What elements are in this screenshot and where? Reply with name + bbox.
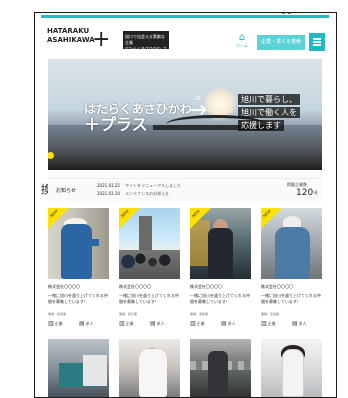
news-item-2[interactable]: 2021.03.10 メンテナンスのお知らせ — [97, 191, 169, 197]
news-divider — [48, 178, 322, 179]
home-label: ホーム — [236, 43, 248, 48]
worker-shape — [275, 227, 310, 279]
worker-shape — [208, 351, 228, 397]
company-name: 株式会社〇〇〇〇 — [119, 284, 151, 289]
company-card-1[interactable]: NEW 株式会社〇〇〇〇 一緒に旭川を盛り上げてくれる仲間を募集しています！ 業… — [48, 208, 109, 333]
company-action-label-4: 企業 — [267, 321, 276, 326]
news-text-1: サイトをリニューアルしました — [125, 183, 181, 188]
news-date-2: 2021.03.10 — [97, 191, 120, 196]
home-icon: ⌂ — [238, 32, 246, 43]
document-icon: ▤ — [221, 320, 227, 327]
company-count-unit: 社 — [314, 190, 318, 195]
screen: { "artifacts": { "corner_text": "ᵕᵕ", "s… — [0, 0, 348, 398]
company-photo-4: NEW — [261, 208, 322, 279]
jobs-action-label-4: 求人 — [298, 321, 307, 326]
company-photo-6[interactable] — [119, 339, 180, 397]
company-photo-3: NEW — [190, 208, 251, 279]
company-action-label-1: 企業 — [54, 321, 63, 326]
jobs-action-4[interactable]: ▤求人 — [292, 320, 307, 327]
tagline-line-2: はたらくあさひかわ プラス — [125, 46, 167, 57]
company-action-label-2: 企業 — [125, 321, 134, 326]
company-description: 一緒に旭川を盛り上げてくれる仲間を募集しています！ — [261, 293, 321, 304]
news-label: お知らせ — [56, 188, 76, 194]
chef-shape — [139, 349, 167, 397]
jobs-action-label-1: 求人 — [85, 321, 94, 326]
arm-shape — [82, 239, 99, 246]
company-photo-2: NEW — [119, 208, 180, 279]
company-photo-7[interactable] — [190, 339, 251, 397]
company-meta: 業種：運輸業 — [190, 312, 209, 316]
logo-plus-icon: + — [92, 27, 111, 52]
woman-shape — [282, 349, 304, 397]
home-button[interactable]: ⌂ ホーム — [232, 33, 252, 51]
hero-title-line-1: はたらくあさひかわ — [84, 102, 192, 116]
hamburger-menu-button[interactable] — [309, 33, 325, 51]
company-action-1[interactable]: ▥企業 — [48, 320, 63, 327]
hero-banner[interactable]: はたらくあさひかわ ＋プラス は → 旭川で暮らし、 旭川で働く人を 応援します — [48, 59, 322, 170]
company-action-4[interactable]: ▥企業 — [261, 320, 276, 327]
worker-shape — [61, 224, 92, 279]
company-action-label-3: 企業 — [196, 321, 205, 326]
webpage: ᵕᵕ 換 HATARAKU ASAHIKAWA + 旭川で出会える素敵な企業 は… — [41, 13, 329, 397]
hero-title-line-2: ＋プラス — [84, 115, 148, 134]
document-icon: ▤ — [79, 320, 85, 327]
logo-line-2: ASAHIKAWA — [47, 36, 95, 44]
hero-message: 旭川で暮らし、 旭川で働く人を 応援します — [238, 92, 318, 131]
company-action-3[interactable]: ▥企業 — [190, 320, 205, 327]
document-icon: ▤ — [150, 320, 156, 327]
hero-message-line-2: 旭川で働く人を — [238, 107, 300, 118]
menu-line-2 — [313, 41, 321, 43]
site-header: HATARAKU ASAHIKAWA + 旭川で出会える素敵な企業 はたらくあさ… — [47, 27, 325, 57]
company-name: 株式会社〇〇〇〇 — [261, 284, 293, 289]
driver-shape — [208, 228, 233, 279]
jobs-action-1[interactable]: ▤求人 — [79, 320, 94, 327]
building-icon: ▥ — [119, 320, 125, 327]
search-companies-button[interactable]: 企業・求人を検索 — [257, 35, 305, 50]
company-card-3[interactable]: NEW 株式会社〇〇〇〇 一緒に旭川を盛り上げてくれる仲間を募集しています！ 業… — [190, 208, 251, 333]
cart-shape — [83, 355, 107, 386]
news-section: お知らせ 2021.03.25 サイトをリニューアルしました 2021.03.1… — [48, 173, 322, 203]
hero-title: はたらくあさひかわ ＋プラス — [84, 102, 192, 134]
company-description: 一緒に旭川を盛り上げてくれる仲間を募集しています！ — [48, 293, 108, 304]
company-meta: 業種：建設業 — [261, 312, 280, 316]
company-card-2[interactable]: NEW 株式会社〇〇〇〇 一緒に旭川を盛り上げてくれる仲間を募集しています！ 業… — [119, 208, 180, 333]
tagline-line-1: 旭川で出会える素敵な企業 — [125, 34, 165, 45]
company-description: 一緒に旭川を盛り上げてくれる仲間を募集しています！ — [190, 293, 250, 304]
document-icon: ▤ — [292, 320, 298, 327]
company-count-value: 120 — [296, 188, 314, 198]
company-photo-5[interactable] — [48, 339, 109, 397]
logo-line-1: HATARAKU — [47, 27, 90, 35]
company-card-grid: NEW 株式会社〇〇〇〇 一緒に旭川を盛り上げてくれる仲間を募集しています！ 業… — [48, 208, 322, 333]
company-card-4[interactable]: NEW 株式会社〇〇〇〇 一緒に旭川を盛り上げてくれる仲間を募集しています！ 業… — [261, 208, 322, 333]
group-shape — [119, 250, 180, 279]
jobs-action-2[interactable]: ▤求人 — [150, 320, 165, 327]
building-icon: ▥ — [190, 320, 196, 327]
site-logo[interactable]: HATARAKU ASAHIKAWA + — [47, 27, 117, 55]
company-meta: 業種：観光業 — [119, 312, 138, 316]
hero-message-line-1: 旭川で暮らし、 — [238, 94, 300, 105]
company-meta: 業種：製造業 — [48, 312, 67, 316]
company-action-2[interactable]: ▥企業 — [119, 320, 134, 327]
screenshot-frame: ᵕᵕ 換 HATARAKU ASAHIKAWA + 旭川で出会える素敵な企業 は… — [34, 12, 337, 398]
building-icon: ▥ — [48, 320, 54, 327]
building-icon: ▥ — [261, 320, 267, 327]
jobs-action-label-3: 求人 — [227, 321, 236, 326]
menu-line-3 — [313, 44, 321, 46]
jobs-action-label-2: 求人 — [156, 321, 165, 326]
news-date-1: 2021.03.25 — [97, 183, 120, 188]
site-tagline: 旭川で出会える素敵な企業 はたらくあさひかわ プラス — [123, 31, 169, 57]
menu-line-1 — [313, 38, 321, 40]
corner-fragment-text: ᵕᵕ — [281, 12, 293, 21]
company-description: 一緒に旭川を盛り上げてくれる仲間を募集しています！ — [119, 293, 179, 304]
company-photo-1: NEW — [48, 208, 109, 279]
hero-message-line-3: 応援します — [238, 120, 284, 131]
news-text-2: メンテナンスのお知らせ — [125, 191, 170, 196]
news-item-1[interactable]: 2021.03.25 サイトをリニューアルしました — [97, 183, 181, 189]
company-photo-8[interactable] — [261, 339, 322, 397]
company-card-grid-row-2 — [48, 339, 322, 397]
company-name: 株式会社〇〇〇〇 — [190, 284, 222, 289]
jobs-action-3[interactable]: ▤求人 — [221, 320, 236, 327]
hero-arrow-icon: → — [188, 97, 208, 123]
company-name: 株式会社〇〇〇〇 — [48, 284, 80, 289]
